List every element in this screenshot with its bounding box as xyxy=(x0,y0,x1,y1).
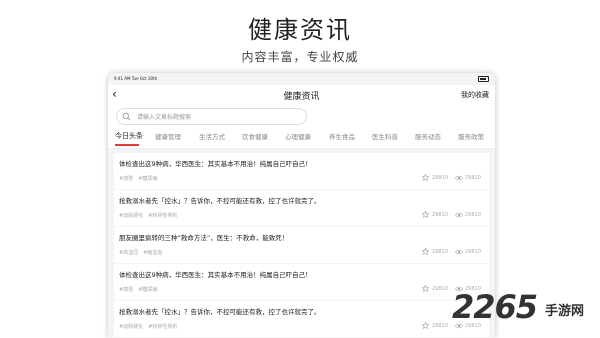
article-tags: #高血压 #脑溢血 xyxy=(119,249,167,256)
tag[interactable]: #高血压 xyxy=(119,250,138,256)
favorite-count: 29810 xyxy=(432,323,448,329)
tag[interactable]: #动脉硬化 xyxy=(119,213,143,219)
favorite-count: 29810 xyxy=(432,212,448,218)
tag[interactable]: #感冒 xyxy=(119,287,133,293)
tag[interactable]: #粉碎性骨折 xyxy=(148,324,177,330)
search-input[interactable]: 请输入文章标题搜索 xyxy=(116,108,307,125)
list-item[interactable]: 抢救溺水者先「控水」？告诉你，不控可能还有救，控了也许就完了。 #动脉硬化 #粉碎… xyxy=(114,301,489,337)
active-tab-indicator xyxy=(115,144,139,146)
battery-icon xyxy=(478,76,489,82)
tab-health-food[interactable]: 养生食品 xyxy=(329,131,355,141)
eye-icon xyxy=(455,249,463,255)
site-watermark-logo: 2265 手游网 xyxy=(452,286,600,338)
favorite-count: 29810 xyxy=(432,249,448,255)
view-count: 29810 xyxy=(465,212,481,218)
tab-service-news[interactable]: 服务动态 xyxy=(415,131,441,141)
tab-doctor-science[interactable]: 医生科普 xyxy=(372,131,398,141)
navbar: ‹ 健康资讯 我的收藏 xyxy=(108,85,495,105)
tab-lifestyle[interactable]: 生活方式 xyxy=(199,131,225,141)
hero-title: 健康资讯 xyxy=(248,16,352,44)
article-title: 抢救溺水者先「控水」？告诉你，不控可能还有救，控了也许就完了。 xyxy=(119,308,321,316)
article-tags: #动脉硬化 #粉碎性骨折 xyxy=(119,212,182,219)
article-tags: #感冒 #糖尿病 xyxy=(119,286,162,293)
status-time: 9:41 AM Tue Oct 30th xyxy=(114,76,158,81)
my-favorites-button[interactable]: 我的收藏 xyxy=(461,90,489,100)
category-tabs: 今日头条 健康管理 生活方式 饮食健康 心理健康 养生食品 医生科普 服务动态 … xyxy=(108,128,495,149)
list-item[interactable]: 朋友圈里疯转的三种“救命方法”，医生：不救命，能致死！ #高血压 #脑溢血 298… xyxy=(114,227,489,263)
star-icon[interactable] xyxy=(422,211,429,218)
list-item[interactable]: 体检查出这9种病，华西医生：其实基本不用治！纯属自己吓自己！ #感冒 #糖尿病 2… xyxy=(114,153,489,189)
article-title: 朋友圈里疯转的三种“救命方法”，医生：不救命，能致死！ xyxy=(119,234,289,242)
search-placeholder: 请输入文章标题搜索 xyxy=(137,114,192,121)
list-item[interactable]: 体检查出这9种病，华西医生：其实基本不用治！纯属自己吓自己！ #感冒 #糖尿病 2… xyxy=(114,264,489,300)
view-count: 29810 xyxy=(465,249,481,255)
tab-mental-health[interactable]: 心理健康 xyxy=(285,131,311,141)
tag[interactable]: #脑溢血 xyxy=(143,250,162,256)
tag[interactable]: #糖尿病 xyxy=(138,176,157,182)
page-title: 健康资讯 xyxy=(283,92,320,102)
star-icon[interactable] xyxy=(422,285,429,292)
favorite-count: 29810 xyxy=(432,175,448,181)
tab-service-policy[interactable]: 服务政策 xyxy=(458,131,484,141)
view-count: 29810 xyxy=(465,175,481,181)
eye-icon xyxy=(455,175,463,181)
hero-subtitle: 内容丰富，专业权威 xyxy=(241,50,359,64)
tab-today-headlines[interactable]: 今日头条 xyxy=(115,131,143,141)
watermark-text: 手游网 xyxy=(545,304,585,319)
star-icon[interactable] xyxy=(422,174,429,181)
tag[interactable]: #糖尿病 xyxy=(138,287,157,293)
watermark-number: 2265 xyxy=(452,288,538,326)
eye-icon xyxy=(455,212,463,218)
search-icon xyxy=(122,112,131,121)
star-icon[interactable] xyxy=(422,248,429,255)
article-title: 体检查出这9种病，华西医生：其实基本不用治！纯属自己吓自己！ xyxy=(119,271,312,279)
article-tags: #感冒 #糖尿病 xyxy=(119,175,162,182)
tablet-screen: 9:41 AM Tue Oct 30th ‹ 健康资讯 我的收藏 请输入文章标题… xyxy=(108,73,495,338)
article-title: 抢救溺水者先「控水」？告诉你，不控可能还有救，控了也许就完了。 xyxy=(119,197,321,205)
favorite-count: 29810 xyxy=(432,286,448,292)
article-title: 体检查出这9种病，华西医生：其实基本不用治！纯属自己吓自己！ xyxy=(119,160,312,168)
tag[interactable]: #粉碎性骨折 xyxy=(148,213,177,219)
tag[interactable]: #动脉硬化 xyxy=(119,324,143,330)
tab-diet-health[interactable]: 饮食健康 xyxy=(242,131,268,141)
tag[interactable]: #感冒 xyxy=(119,176,133,182)
star-icon[interactable] xyxy=(422,322,429,329)
status-bar: 9:41 AM Tue Oct 30th xyxy=(108,73,495,85)
article-tags: #动脉硬化 #粉碎性骨折 xyxy=(119,323,182,330)
tab-health-management[interactable]: 健康管理 xyxy=(155,131,181,141)
list-item[interactable]: 抢救溺水者先「控水」？告诉你，不控可能还有救，控了也许就完了。 #动脉硬化 #粉碎… xyxy=(114,190,489,226)
